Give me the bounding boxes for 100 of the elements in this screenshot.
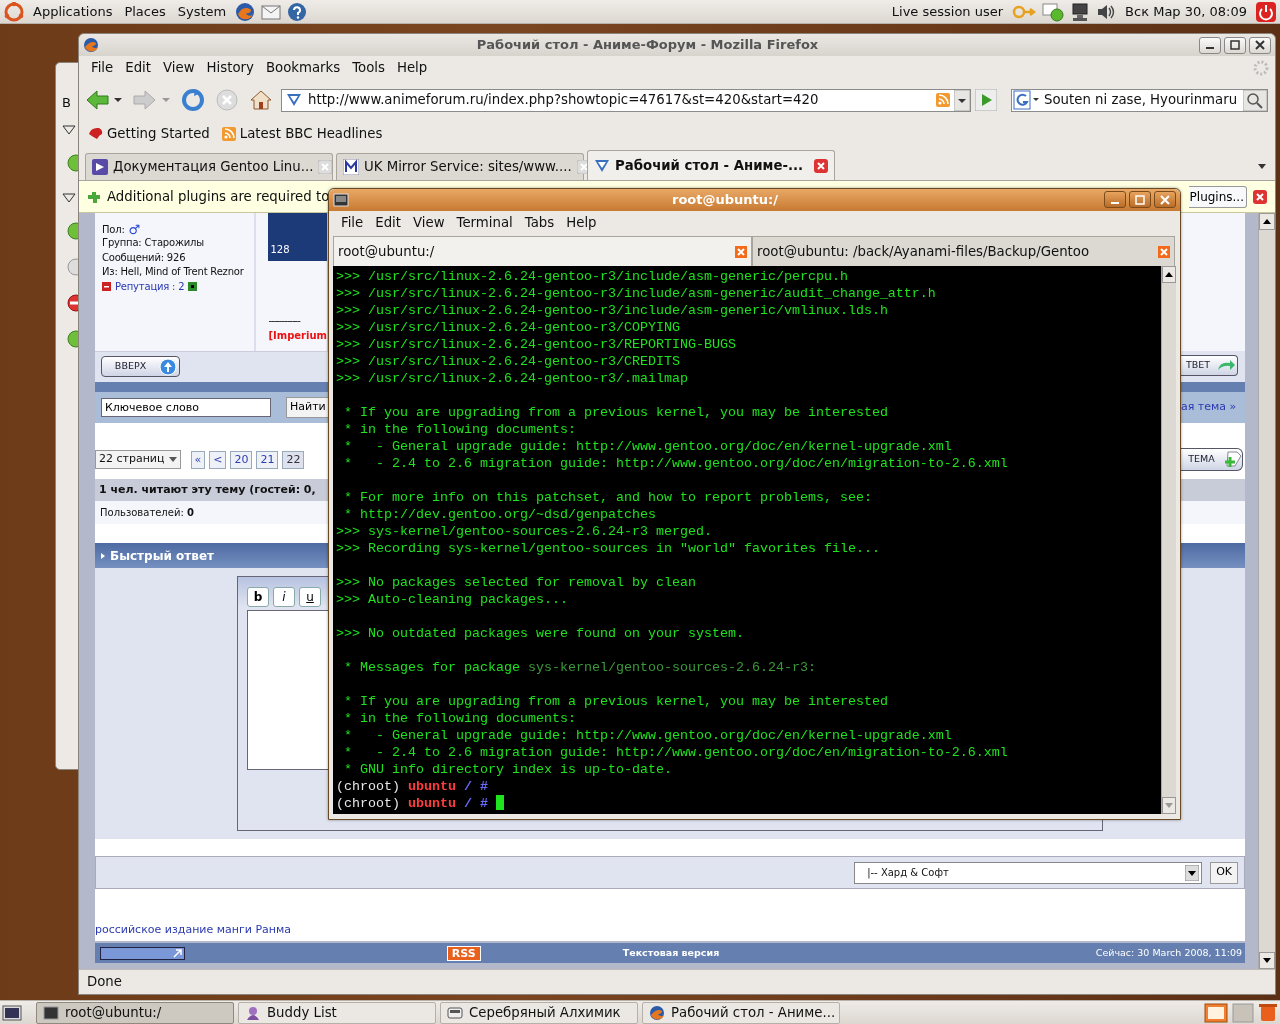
format-button[interactable]: b	[247, 587, 269, 607]
counter-badge[interactable]	[100, 946, 185, 960]
manga-link[interactable]: российское издание манги Ранма	[95, 921, 291, 938]
scrollbar[interactable]	[1161, 266, 1176, 814]
page-link[interactable]: 21	[256, 451, 279, 469]
browser-tab[interactable]: Рабочий стол - Аниме-...	[587, 150, 835, 180]
top-button[interactable]: ВВЕРХ	[101, 356, 180, 377]
caret-icon[interactable]	[113, 96, 123, 104]
url-text: http://www.animeforum.ru/index.php?showtopic=47617&st=420&start=420	[308, 91, 820, 110]
dropdown-icon[interactable]	[954, 89, 970, 111]
menu-item[interactable]: Help	[390, 58, 434, 78]
taskbar-item[interactable]: Рабочий стол - Аниме...	[642, 1001, 840, 1024]
page-link[interactable]: <	[209, 451, 227, 469]
scroll-up-icon[interactable]	[1263, 219, 1271, 224]
terminal-line: (chroot) ubuntu / #	[336, 778, 488, 795]
menu-item[interactable]: History	[200, 58, 260, 78]
menu-item[interactable]: Tools	[346, 58, 391, 78]
maximize-button[interactable]	[1129, 191, 1151, 209]
format-button[interactable]: i	[273, 587, 295, 607]
text-version-link[interactable]: Текстовая версия	[480, 945, 862, 961]
reload-icon[interactable]	[181, 88, 205, 112]
maximize-button[interactable]	[1224, 36, 1246, 54]
expand-icon[interactable]	[101, 552, 105, 559]
triangle-icon[interactable]	[62, 124, 76, 135]
terminal-line: * If you are upgrading from a previous kernel, you may be interested	[343, 693, 888, 710]
close-button[interactable]	[1154, 191, 1176, 209]
triangle-icon[interactable]	[62, 192, 76, 203]
panel-background	[1181, 524, 1245, 543]
show-desktop-icon[interactable]	[2, 1002, 22, 1023]
terminal-tab[interactable]: root@ubuntu:/	[333, 236, 752, 266]
forum-select[interactable]: |-- Хард & Софт	[854, 861, 1203, 884]
section-title: Быстрый ответ	[110, 547, 214, 565]
menu-item[interactable]: Terminal	[450, 213, 519, 234]
search-icon[interactable]	[1243, 89, 1267, 111]
menu-item[interactable]: File	[85, 58, 120, 78]
install-plugins-button[interactable]: Plugins...	[1188, 185, 1247, 208]
reply-button[interactable]: ТВЕТ	[1181, 355, 1238, 376]
signature-rule: ------------	[268, 314, 302, 328]
panel-menu[interactable]: Places	[121, 1, 169, 22]
menu-item[interactable]: Edit	[119, 58, 157, 78]
workspace-icon[interactable]	[1204, 1001, 1228, 1024]
menu-item[interactable]: File	[335, 213, 370, 234]
tab-list-icon[interactable]	[1257, 163, 1267, 170]
go-icon[interactable]	[975, 89, 997, 111]
readers-panel	[1181, 501, 1245, 524]
browser-tab[interactable]: UK Mirror Service: sites/www....	[336, 153, 584, 180]
chat-status-icon[interactable]	[1042, 1, 1065, 22]
keyword-field[interactable]: Ключевое слово	[101, 398, 271, 417]
search-field[interactable]: Souten ni zase, Hyourinmaru	[1011, 88, 1268, 112]
clock[interactable]: Вск Мар 30, 08:09	[1122, 1, 1250, 22]
menu-item[interactable]: Help	[560, 213, 603, 234]
close-icon[interactable]	[1255, 40, 1265, 50]
next-topic-link[interactable]: ая тема »	[1181, 399, 1237, 416]
browser-tab[interactable]: Документация Gentoo Linu...	[85, 153, 333, 180]
find-button[interactable]: Найти	[286, 397, 328, 418]
search-engine-icon[interactable]	[1012, 89, 1040, 111]
menu-item[interactable]: Edit	[369, 213, 407, 234]
new-topic-icon	[1222, 449, 1242, 470]
page-link[interactable]: «	[190, 451, 206, 469]
search-text: Souten ni zase, Hyourinmaru	[1044, 91, 1239, 110]
maximize-icon[interactable]	[1230, 40, 1240, 50]
power-icon[interactable]	[1256, 1, 1276, 22]
message-field[interactable]	[247, 610, 329, 770]
minimize-button[interactable]	[1199, 36, 1221, 54]
pages-dropdown[interactable]: 22 страниц	[95, 450, 181, 469]
ubuntu-logo-icon[interactable]	[4, 1, 24, 22]
format-button[interactable]: u	[299, 587, 321, 607]
network-icon[interactable]	[1070, 1, 1091, 22]
taskbar-item[interactable]: Серебряный Алхимик	[440, 1001, 638, 1024]
bookmark[interactable]: Getting Started	[87, 124, 210, 144]
menu-item[interactable]: View	[157, 58, 201, 78]
app-icon	[649, 1004, 665, 1021]
scrollbar[interactable]	[1258, 213, 1275, 969]
plus-icon[interactable]	[188, 282, 198, 292]
menu-item[interactable]: Tabs	[518, 213, 561, 234]
terminal-line: >>> /usr/src/linux-2.6.24-gentoo-r3/include/asm-generic/vmlinux.lds.h	[336, 302, 888, 319]
close-button[interactable]	[1249, 36, 1271, 54]
user-name[interactable]: Live session user	[888, 1, 1007, 22]
globe-icon[interactable]	[235, 1, 256, 22]
page-link[interactable]: 20	[230, 451, 253, 469]
terminal-tab[interactable]: root@ubuntu: /back/Ayanami-files/Backup/Gentoo	[752, 236, 1175, 266]
reputation-link[interactable]: Репутация : 2	[115, 279, 185, 294]
help-icon[interactable]	[287, 1, 308, 22]
new-topic-button[interactable]: ТЕМА	[1181, 448, 1243, 471]
taskbar-item[interactable]: Buddy List	[238, 1001, 436, 1024]
page-link[interactable]: 22	[282, 451, 305, 469]
minus-icon[interactable]	[102, 282, 111, 292]
ok-button[interactable]: OK	[1210, 861, 1238, 884]
menu-item[interactable]: View	[407, 213, 451, 234]
scroll-down-icon[interactable]	[1263, 958, 1271, 963]
panel-menu[interactable]: Applications	[30, 1, 116, 22]
taskbar-item[interactable]: root@ubuntu:/	[36, 1001, 234, 1024]
address-bar[interactable]: http://www.animeforum.ru/index.php?showtopic=47617&st=420&start=420	[281, 88, 971, 112]
menu-item[interactable]: Bookmarks	[259, 58, 347, 78]
scroll-up-icon[interactable]	[1165, 272, 1173, 277]
minimize-button[interactable]	[1104, 191, 1126, 209]
trash-icon[interactable]	[1258, 1001, 1278, 1024]
panel-menu[interactable]: System	[174, 1, 230, 22]
home-icon[interactable]	[249, 88, 273, 112]
bookmark[interactable]: Latest BBC Headlines	[221, 124, 383, 144]
